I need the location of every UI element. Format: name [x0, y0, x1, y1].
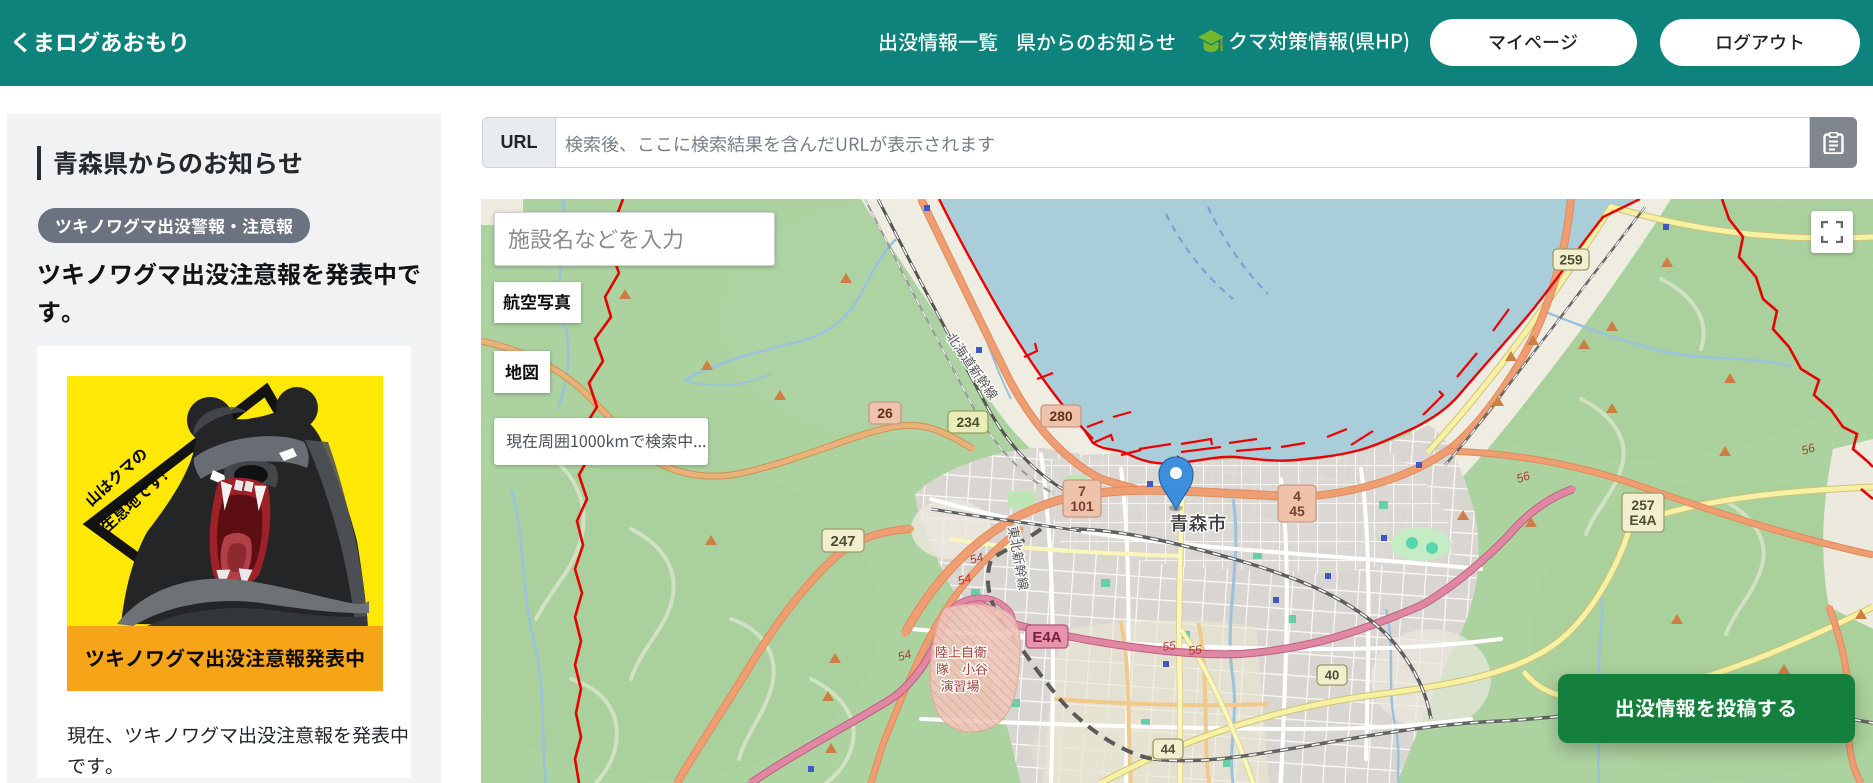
svg-text:E4A: E4A [1629, 512, 1656, 528]
svg-text:55: 55 [1161, 638, 1176, 654]
svg-text:55: 55 [1187, 642, 1202, 658]
svg-text:259: 259 [1559, 251, 1583, 267]
svg-text:280: 280 [1049, 408, 1073, 424]
svg-text:101: 101 [1070, 498, 1094, 514]
svg-text:247: 247 [830, 533, 855, 550]
svg-text:7: 7 [1078, 483, 1086, 499]
svg-text:44: 44 [1161, 742, 1176, 757]
svg-text:234: 234 [956, 414, 980, 430]
svg-text:45: 45 [1289, 503, 1305, 519]
svg-text:4: 4 [1293, 488, 1301, 504]
svg-text:40: 40 [1325, 668, 1339, 683]
svg-text:257: 257 [1631, 497, 1655, 513]
svg-text:E4A: E4A [1032, 629, 1061, 646]
svg-text:26: 26 [877, 405, 893, 421]
